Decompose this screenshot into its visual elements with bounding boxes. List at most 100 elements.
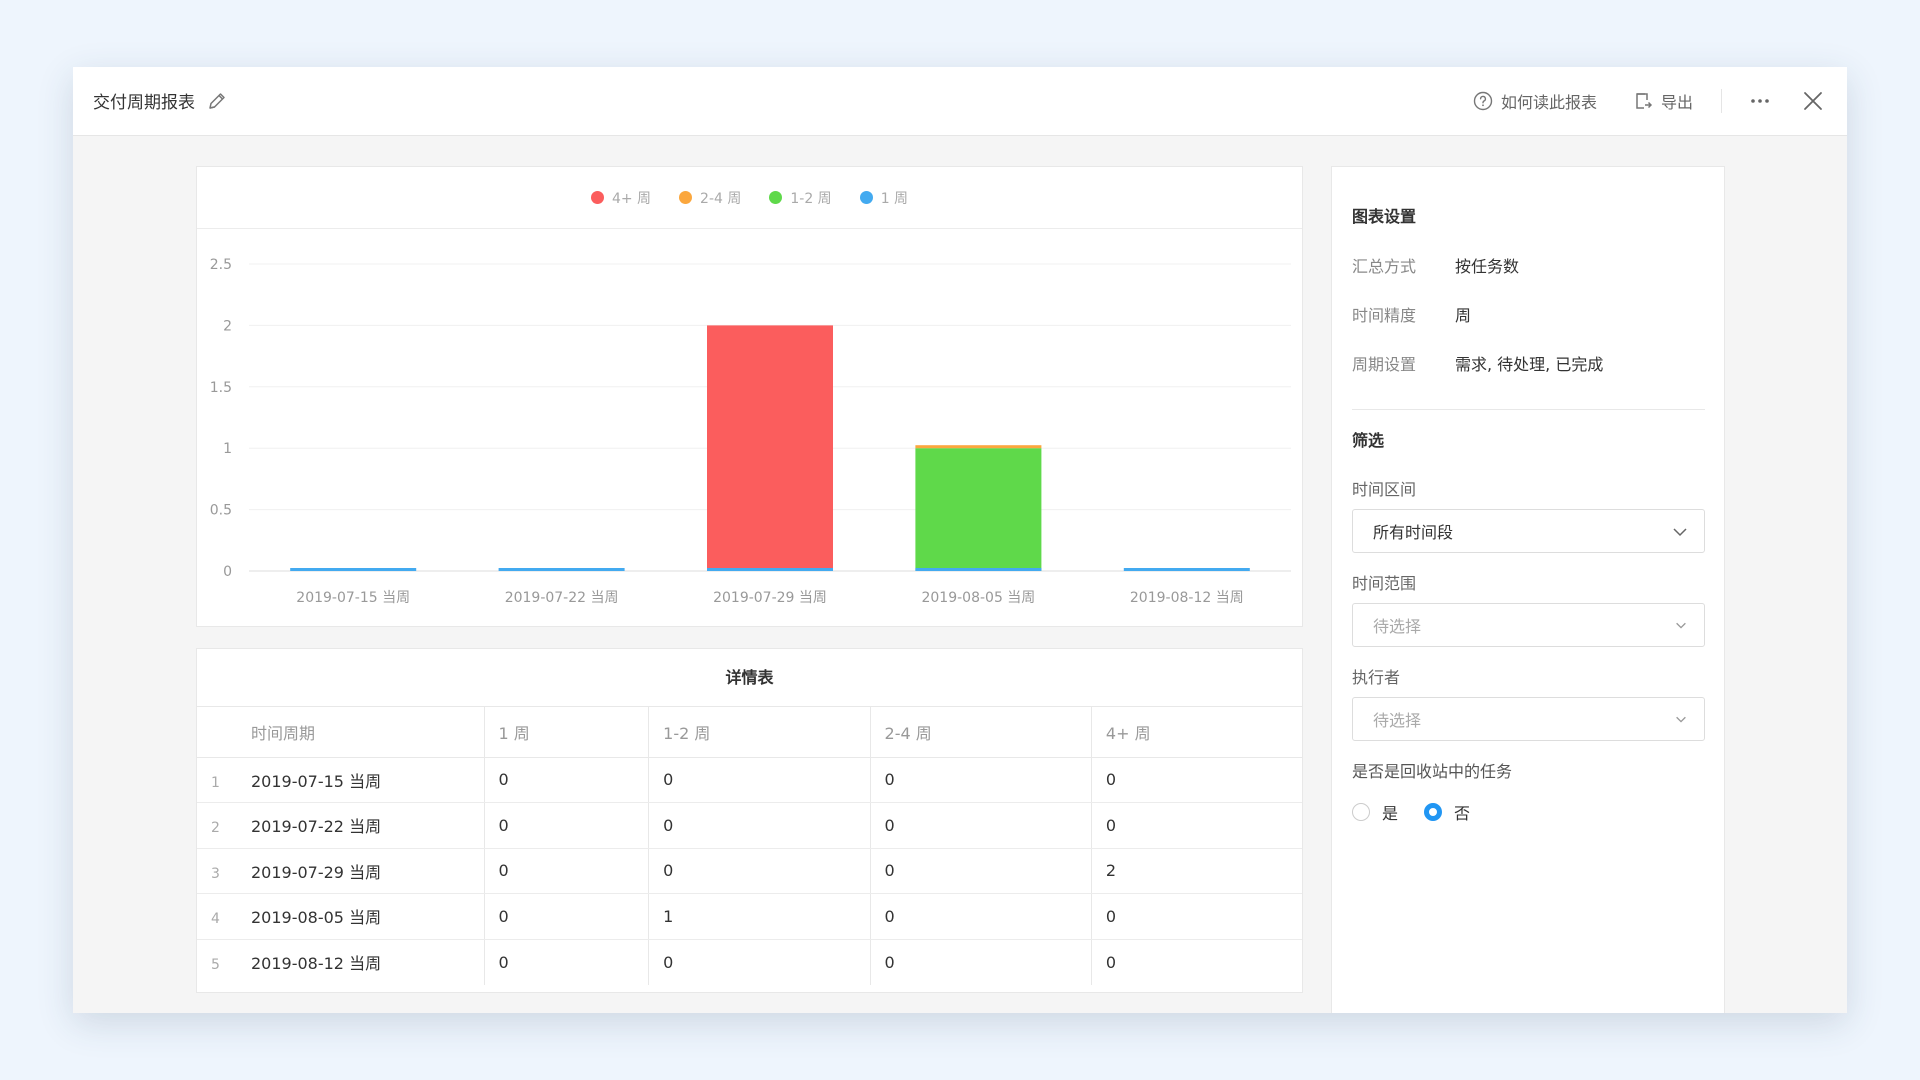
table-cell: 0: [648, 848, 871, 894]
column-header: 2-4 周: [870, 707, 1092, 758]
setting-key-aggregation: 汇总方式: [1352, 257, 1417, 276]
chart-settings-heading: 图表设置: [1352, 207, 1417, 226]
chart-card: 4+ 周 2-4 周 1-2 周 1 周 0 0.5 1 1.5 2 2.5 2019-07-15…: [196, 166, 1303, 627]
row-period: 2019-08-05 当周: [251, 908, 382, 928]
row-period: 2019-07-22 当周: [251, 817, 382, 837]
x-tick-label: 2019-08-05 当周: [921, 590, 1035, 606]
setting-key-granularity: 时间精度: [1352, 306, 1417, 325]
table-cell: 0: [870, 893, 1092, 940]
title-bar: 交付周期报表 如何读此报表 导出: [73, 67, 1847, 136]
table-row: 4 2019-08-05 当周 0 1 0 0: [197, 893, 1302, 940]
more-dots-icon: [1751, 99, 1769, 103]
y-tick-label: 0: [223, 564, 232, 580]
assignee-placeholder: 待选择: [1373, 711, 1422, 730]
column-header: 1-2 周: [648, 707, 871, 758]
how-to-read-label: 如何读此报表: [1501, 93, 1598, 112]
table-cell: 2: [1091, 848, 1302, 894]
export-icon: [1636, 93, 1653, 109]
help-circle-icon: [1473, 91, 1493, 111]
legend-label: 4+ 周: [611, 190, 652, 207]
setting-key-cycle: 周期设置: [1352, 355, 1417, 374]
settings-panel: 图表设置 汇总方式 按任务数 时间精度 周 周期设置 需求, 待处理, 已完成 …: [1331, 166, 1725, 1013]
assignee-select[interactable]: 待选择: [1352, 697, 1705, 741]
chevron-down-icon: [1676, 716, 1686, 723]
row-period: 2019-07-15 当周: [251, 771, 382, 791]
legend-item[interactable]: 1-2 周: [769, 188, 832, 208]
table-cell: 0: [484, 802, 650, 849]
y-tick-label: 0.5: [210, 503, 232, 519]
table-cell: 0: [1091, 757, 1302, 803]
assignee-label: 执行者: [1352, 668, 1401, 687]
report-title: 交付周期报表: [93, 93, 195, 113]
row-index: 4: [211, 911, 220, 928]
table-cell: 0: [484, 893, 650, 940]
table-cell: 0: [648, 802, 871, 849]
table-cell: 0: [484, 939, 650, 985]
table-cell: 0: [870, 939, 1092, 985]
table-row: 2 2019-07-22 当周 0 0 0 0: [197, 802, 1302, 849]
table-cell: 0: [870, 802, 1092, 849]
table-cell: 0: [484, 757, 650, 803]
close-button[interactable]: [1802, 90, 1832, 112]
table-header-row: 时间周期 1 周 1-2 周 2-4 周 4+ 周: [197, 707, 1302, 758]
row-index: 2: [211, 820, 220, 837]
legend-swatch: [679, 191, 693, 204]
time-range-select[interactable]: 待选择: [1352, 603, 1705, 647]
export-label: 导出: [1661, 93, 1694, 112]
table-cell: 0: [484, 848, 650, 894]
setting-value-aggregation: 按任务数: [1455, 257, 1520, 276]
close-icon: [1804, 92, 1822, 110]
chevron-down-icon: [1673, 528, 1687, 537]
bar-segment: [915, 448, 1042, 571]
table-cell: 0: [1091, 802, 1302, 849]
setting-value-granularity: 周: [1455, 306, 1472, 325]
time-interval-select[interactable]: 所有时间段: [1352, 509, 1705, 553]
table-cell: 0: [870, 848, 1092, 894]
legend-swatch: [590, 191, 604, 204]
table-cell: 0: [648, 757, 871, 803]
table-cell: 0: [648, 939, 871, 985]
bar-baseline: [707, 568, 833, 571]
table-title: 详情表: [197, 649, 1302, 707]
table-row: 1 2019-07-15 当周 0 0 0 0: [197, 757, 1302, 803]
time-interval-value: 所有时间段: [1373, 523, 1454, 542]
column-header: 1 周: [484, 707, 650, 758]
legend-label: 1 周: [880, 190, 909, 207]
legend-swatch: [769, 191, 783, 204]
legend-item[interactable]: 1 周: [859, 188, 909, 208]
chevron-down-icon: [1676, 622, 1686, 629]
column-header: 时间周期: [197, 707, 485, 758]
radio-no-label: 否: [1454, 804, 1471, 823]
y-tick-label: 1: [223, 441, 232, 457]
export-button[interactable]: 导出: [1633, 89, 1693, 113]
time-range-label: 时间范围: [1352, 574, 1417, 593]
radio-yes[interactable]: [1352, 803, 1370, 821]
bar-segment: [707, 325, 833, 571]
detail-table: 时间周期 1 周 1-2 周 2-4 周 4+ 周 1 2019-07-15 当周…: [197, 707, 1302, 985]
x-tick-label: 2019-07-22 当周: [505, 590, 619, 606]
settings-divider: [1352, 409, 1705, 410]
legend-label: 2-4 周: [700, 190, 742, 207]
radio-no[interactable]: [1424, 803, 1443, 821]
filter-heading: 筛选: [1352, 431, 1385, 450]
legend-item[interactable]: 2-4 周: [679, 188, 741, 208]
recycle-bin-radio-group: 是 否: [1352, 800, 1470, 824]
more-button[interactable]: [1749, 90, 1779, 112]
bar-baseline: [915, 568, 1042, 571]
detail-table-card: 详情表 时间周期 1 周 1-2 周 2-4 周 4+ 周 1 2019-07-1…: [196, 648, 1303, 993]
legend-label: 1-2 周: [790, 190, 832, 207]
table-cell: 0: [870, 757, 1092, 803]
table-cell: 0: [1091, 893, 1302, 940]
row-index: 5: [211, 957, 220, 973]
bar-baseline: [290, 568, 417, 571]
table-cell: 0: [1105, 952, 1117, 972]
how-to-read-button[interactable]: 如何读此报表: [1473, 89, 1597, 113]
legend-swatch: [859, 191, 873, 204]
pencil-icon[interactable]: [207, 91, 227, 111]
table-row: 3 2019-07-29 当周 0 0 0 2: [197, 848, 1302, 894]
bar-cap: [915, 445, 1042, 449]
table-cell: 1: [648, 893, 871, 940]
bar-chart: 0 0.5 1 1.5 2 2.5 2019-07-15 当周 2019-07-22 当周 20…: [210, 257, 1291, 606]
legend-item[interactable]: 4+ 周: [590, 188, 652, 208]
time-interval-label: 时间区间: [1352, 480, 1417, 499]
